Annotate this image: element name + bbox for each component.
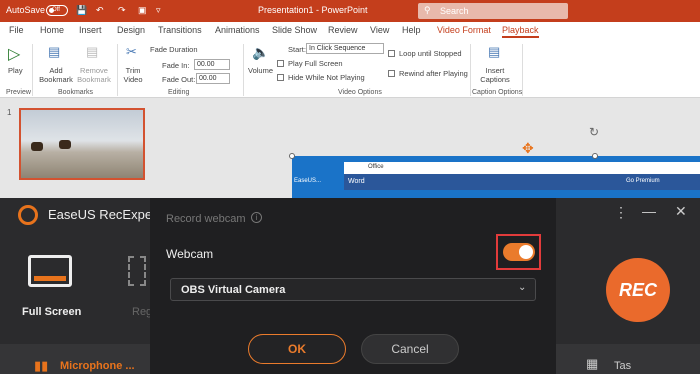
play-button-label[interactable]: Play (8, 66, 23, 75)
fade-in-field[interactable]: 00.00 (194, 59, 230, 70)
search-box[interactable]: ⚲ Search (418, 3, 568, 19)
microphone-icon[interactable]: ▮▮ (34, 358, 48, 374)
search-icon: ⚲ (424, 5, 431, 15)
divider (470, 44, 471, 96)
webcam-toggle[interactable] (503, 243, 535, 261)
chevron-down-icon[interactable]: ⌄ (518, 282, 526, 293)
autosave-state: Off (52, 7, 60, 13)
desktop-icon-label: EaseUS... (294, 178, 322, 184)
dialog-title: Record webcam (166, 213, 246, 225)
divider (32, 44, 33, 96)
horse-image (59, 140, 71, 149)
move-cursor-icon: ✥ (522, 140, 534, 156)
volume-icon[interactable]: 🔈 (252, 44, 269, 61)
divider (243, 44, 244, 96)
resize-handle[interactable] (289, 153, 295, 159)
play-icon[interactable]: ▷ (8, 44, 20, 64)
trim-video-icon[interactable]: ✂ (126, 44, 137, 60)
loop-until-stopped-label: Loop until Stopped (399, 49, 462, 58)
present-icon[interactable]: ▣ (138, 5, 147, 16)
group-preview: Preview (6, 89, 31, 96)
rotate-handle-icon[interactable]: ↻ (589, 125, 599, 139)
add-bookmark-icon[interactable]: ▤ (48, 44, 60, 60)
embedded-office-bar: Office (344, 162, 700, 174)
resize-handle[interactable] (592, 153, 598, 159)
minimize-icon[interactable]: — (642, 203, 656, 219)
play-full-screen-checkbox[interactable] (277, 60, 284, 67)
tab-insert[interactable]: Insert (79, 25, 102, 35)
slide-number: 1 (7, 108, 12, 117)
embedded-word-bar: Word Go Premium (344, 174, 700, 190)
app-title: EaseUS RecExperts (48, 207, 167, 222)
fade-duration-label: Fade Duration (150, 45, 198, 54)
window-title: Presentation1 - PowerPoint (258, 5, 368, 15)
group-editing: Editing (168, 89, 190, 96)
redo-icon[interactable]: ↷ (118, 5, 126, 16)
tab-transitions[interactable]: Transitions (158, 25, 202, 35)
task-scheduler-label[interactable]: Tas (614, 360, 631, 372)
slide-thumbnail[interactable] (19, 108, 145, 180)
office-label: Office (368, 164, 384, 170)
calendar-icon[interactable]: ▦ (586, 356, 598, 372)
rec-button[interactable]: REC (606, 258, 670, 322)
tab-home[interactable]: Home (40, 25, 64, 35)
microphone-label[interactable]: Microphone ... (60, 360, 135, 372)
region-icon[interactable] (128, 256, 146, 286)
loop-until-stopped-checkbox[interactable] (388, 50, 395, 57)
autosave-label: AutoSave (6, 5, 46, 15)
play-full-screen-label: Play Full Screen (288, 59, 343, 68)
title-bar: AutoSave Off 💾 ↶ ↷ ▣ ▿ Presentation1 - P… (0, 0, 700, 22)
camera-select[interactable]: OBS Virtual Camera (170, 278, 536, 301)
info-icon[interactable]: i (251, 212, 262, 223)
horse-image (31, 142, 43, 151)
fade-in-label: Fade In: (162, 61, 190, 70)
tab-design[interactable]: Design (117, 25, 145, 35)
hide-while-not-playing-checkbox[interactable] (277, 74, 284, 81)
tab-video-format[interactable]: Video Format (437, 25, 491, 35)
close-icon[interactable]: ✕ (675, 203, 687, 220)
ribbon-tabs: File Home Insert Design Transitions Anim… (0, 22, 700, 40)
ribbon-playback: ▷ Play ▤ Add Bookmark ▤ Remove Bookmark … (0, 40, 700, 98)
tab-slide-show[interactable]: Slide Show (272, 25, 317, 35)
tab-view[interactable]: View (370, 25, 389, 35)
rewind-after-playing-label: Rewind after Playing (399, 69, 468, 78)
start-select[interactable]: In Click Sequence (306, 43, 384, 54)
cancel-button[interactable]: Cancel (361, 334, 459, 364)
tab-review[interactable]: Review (328, 25, 358, 35)
start-label: Start: (288, 45, 306, 54)
rewind-after-playing-checkbox[interactable] (388, 70, 395, 77)
fade-out-label: Fade Out: (162, 75, 196, 84)
tab-help[interactable]: Help (402, 25, 421, 35)
insert-captions-icon[interactable]: ▤ (488, 44, 500, 60)
group-video-options: Video Options (338, 89, 382, 96)
full-screen-icon[interactable] (28, 255, 72, 287)
tab-playback[interactable]: Playback (502, 25, 539, 38)
fade-out-field[interactable]: 00.00 (196, 73, 230, 84)
word-label: Word (348, 178, 365, 185)
save-icon[interactable]: 💾 (76, 5, 87, 16)
group-caption-options: Caption Options (472, 89, 523, 96)
more-menu-icon[interactable]: ⋮ (614, 204, 628, 221)
full-screen-label[interactable]: Full Screen (22, 306, 81, 318)
group-bookmarks: Bookmarks (58, 89, 94, 96)
add-bookmark-label[interactable]: Add Bookmark (36, 66, 76, 84)
tab-animations[interactable]: Animations (215, 25, 260, 35)
webcam-label: Webcam (166, 247, 214, 261)
ok-button[interactable]: OK (248, 334, 346, 364)
divider (117, 44, 118, 96)
insert-captions-label[interactable]: Insert Captions (476, 66, 514, 84)
customize-qat-icon[interactable]: ▿ (156, 5, 161, 16)
volume-label[interactable]: Volume (248, 66, 273, 75)
trim-video-label[interactable]: Trim Video (120, 66, 146, 84)
remove-bookmark-icon: ▤ (86, 44, 99, 59)
search-placeholder: Search (440, 6, 469, 16)
tab-file[interactable]: File (9, 25, 24, 35)
hide-while-not-playing-label: Hide While Not Playing (288, 73, 365, 82)
go-premium-label: Go Premium (626, 178, 660, 184)
easeus-logo-icon (18, 205, 38, 225)
undo-icon[interactable]: ↶ (96, 5, 104, 16)
remove-bookmark-label: Remove Bookmark (77, 66, 111, 84)
